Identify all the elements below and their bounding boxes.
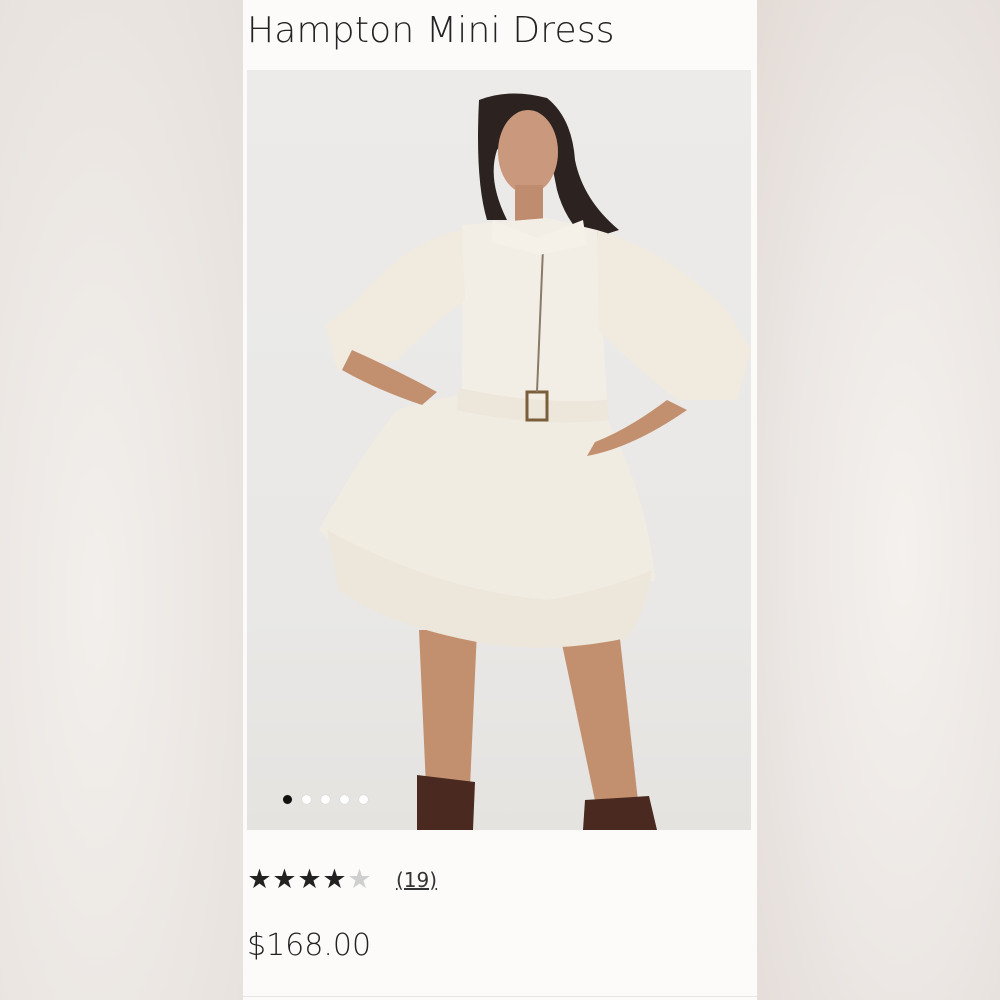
- star-filled-icon: ★: [247, 864, 272, 894]
- review-count-link[interactable]: (19): [396, 868, 437, 892]
- backdrop-right: [757, 0, 1000, 1000]
- carousel-dot-4[interactable]: [340, 795, 349, 804]
- carousel-dot-3[interactable]: [321, 795, 330, 804]
- carousel-dot-2[interactable]: [302, 795, 311, 804]
- star-rating: ★ ★ ★ ★ ★: [247, 866, 372, 893]
- carousel-dot-5[interactable]: [359, 795, 368, 804]
- carousel-dot-1[interactable]: [283, 795, 292, 804]
- divider: [243, 996, 757, 997]
- product-price: $168.00: [247, 928, 372, 963]
- star-filled-icon: ★: [322, 864, 347, 894]
- backdrop-left: [0, 0, 243, 1000]
- carousel-pagination: [283, 795, 368, 804]
- product-page: Hampton Mini Dress ★ ★ ★ ★ ★ (19) $168.0…: [243, 0, 757, 1000]
- product-image[interactable]: [247, 70, 751, 830]
- star-filled-icon: ★: [297, 864, 322, 894]
- product-title: Hampton Mini Dress: [247, 10, 615, 51]
- product-rating: ★ ★ ★ ★ ★ (19): [247, 866, 437, 893]
- model-illustration: [319, 93, 751, 830]
- star-filled-icon: ★: [272, 864, 297, 894]
- star-empty-icon: ★: [347, 864, 372, 894]
